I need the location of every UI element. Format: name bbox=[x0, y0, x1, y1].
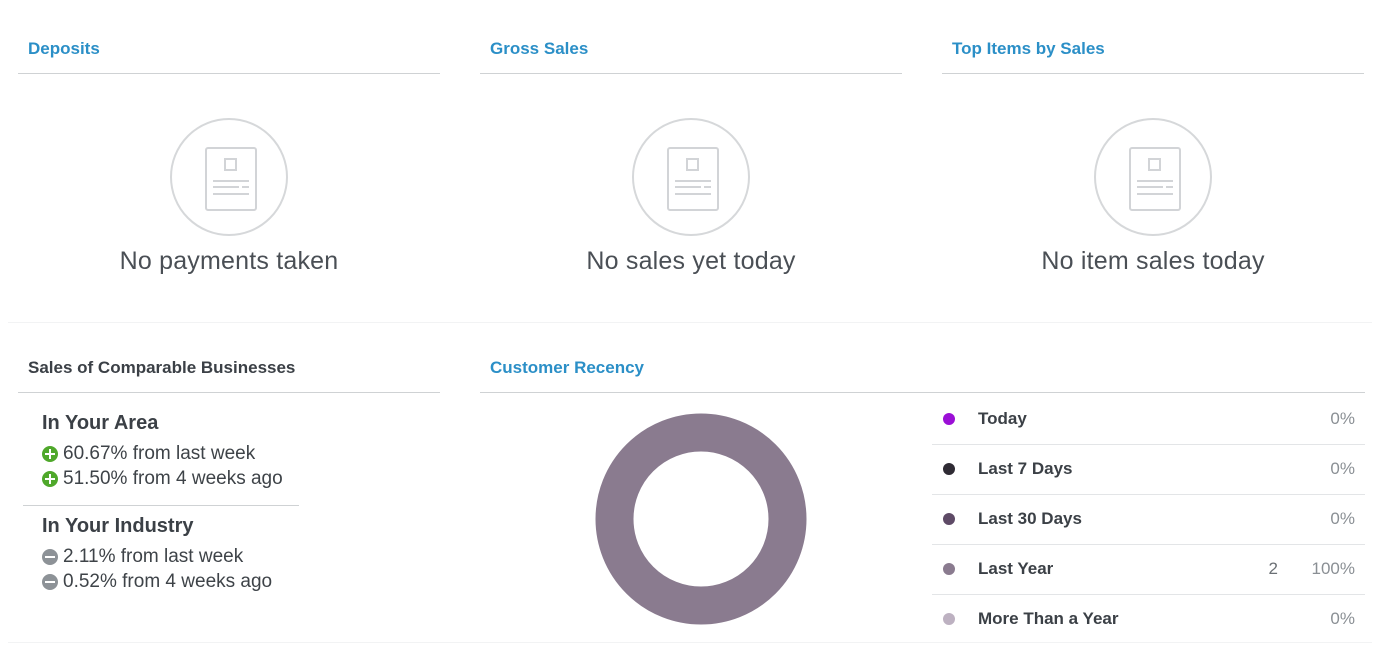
area-heading: In Your Area bbox=[42, 412, 159, 434]
gross-sales-empty-message: No sales yet today bbox=[586, 247, 796, 275]
top-items-empty-receipt-icon bbox=[1094, 118, 1212, 236]
gross-sales-title[interactable]: Gross Sales bbox=[490, 39, 588, 59]
area-line-week: 60.67% from last week bbox=[42, 443, 255, 465]
minus-circle-icon bbox=[42, 549, 58, 565]
minus-circle-icon bbox=[42, 574, 58, 590]
bottom-separator bbox=[8, 642, 1372, 643]
comparable-inner-divider bbox=[23, 505, 299, 506]
legend-row-last-7-days: Last 7 Days 0% bbox=[932, 444, 1365, 495]
legend-pct-last-30-days: 0% bbox=[1330, 509, 1355, 528]
deposits-divider bbox=[18, 73, 440, 74]
legend-dot-today bbox=[943, 413, 955, 425]
legend-pct-more-than-a-year: 0% bbox=[1330, 609, 1355, 628]
donut-segment-last-year bbox=[595, 413, 807, 625]
legend-label-last-year: Last Year bbox=[978, 559, 1054, 578]
legend-pct-today: 0% bbox=[1330, 409, 1355, 428]
industry-line-4weeks: 0.52% from 4 weeks ago bbox=[42, 571, 272, 593]
industry-4weeks-text: 0.52% from 4 weeks ago bbox=[63, 571, 273, 592]
legend-dot-last-30-days bbox=[943, 513, 955, 525]
legend-row-today: Today 0% bbox=[932, 394, 1365, 445]
legend-dot-more-than-a-year bbox=[943, 613, 955, 625]
industry-heading: In Your Industry bbox=[42, 515, 194, 537]
area-line-4weeks: 51.50% from 4 weeks ago bbox=[42, 468, 283, 490]
legend-label-last-30-days: Last 30 Days bbox=[978, 509, 1082, 528]
area-4weeks-text: 51.50% from 4 weeks ago bbox=[63, 468, 283, 489]
legend-pct-last-year: 100% bbox=[1311, 559, 1355, 578]
legend-label-today: Today bbox=[978, 409, 1027, 428]
receipt-icon bbox=[205, 147, 257, 211]
comparable-title: Sales of Comparable Businesses bbox=[28, 358, 296, 377]
plus-circle-icon bbox=[42, 471, 58, 487]
gross-sales-empty-receipt-icon bbox=[632, 118, 750, 236]
top-items-title[interactable]: Top Items by Sales bbox=[952, 39, 1105, 59]
legend-pct-last-7-days: 0% bbox=[1330, 459, 1355, 478]
receipt-icon bbox=[1129, 147, 1181, 211]
customer-recency-divider bbox=[480, 392, 1365, 393]
deposits-title[interactable]: Deposits bbox=[28, 39, 100, 59]
top-items-divider bbox=[942, 73, 1364, 74]
deposits-empty-message: No payments taken bbox=[119, 247, 339, 275]
industry-week-text: 2.11% from last week bbox=[63, 546, 244, 567]
legend-count-last-year: 2 bbox=[1268, 559, 1278, 578]
deposits-empty-receipt-icon bbox=[170, 118, 288, 236]
legend-row-last-30-days: Last 30 Days 0% bbox=[932, 494, 1365, 545]
receipt-icon bbox=[667, 147, 719, 211]
comparable-divider bbox=[18, 392, 440, 393]
industry-line-week: 2.11% from last week bbox=[42, 546, 243, 568]
legend-dot-last-7-days bbox=[943, 463, 955, 475]
legend-label-more-than-a-year: More Than a Year bbox=[978, 609, 1119, 628]
legend-row-more-than-a-year: More Than a Year 0% bbox=[932, 594, 1365, 644]
legend-label-last-7-days: Last 7 Days bbox=[978, 459, 1073, 478]
legend-row-last-year: Last Year 2 100% bbox=[932, 544, 1365, 595]
top-items-empty-message: No item sales today bbox=[1041, 247, 1265, 275]
area-week-text: 60.67% from last week bbox=[63, 443, 256, 464]
gross-sales-divider bbox=[480, 73, 902, 74]
customer-recency-title[interactable]: Customer Recency bbox=[490, 358, 644, 378]
section-separator bbox=[8, 322, 1372, 323]
plus-circle-icon bbox=[42, 446, 58, 462]
recency-donut-chart bbox=[595, 413, 807, 625]
legend-dot-last-year bbox=[943, 563, 955, 575]
